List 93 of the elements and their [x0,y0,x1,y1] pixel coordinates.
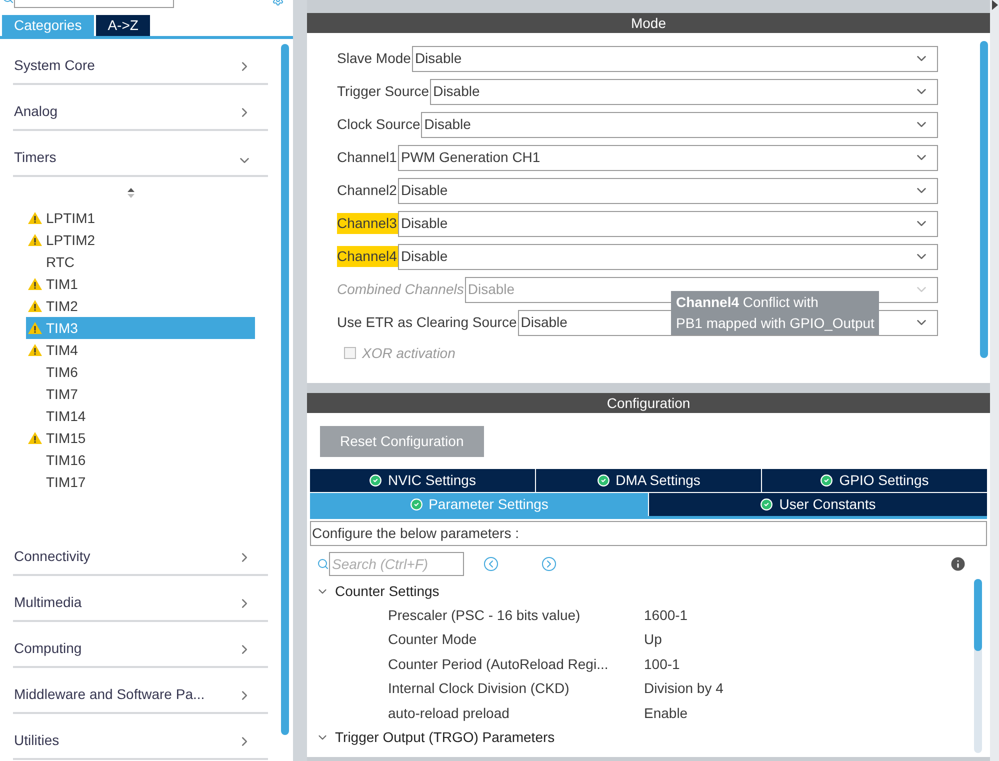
timer-item[interactable]: TIM17 [26,471,255,493]
sort-arrows-icon [126,187,134,199]
conflict-tooltip: Channel4 Conflict with PB1 mapped with GPIO_Output [671,291,880,335]
category-row[interactable]: System Core [13,39,268,85]
settings-tab[interactable]: NVIC Settings [310,469,535,492]
warning-icon [28,432,42,444]
triangle-right-icon[interactable] [992,0,998,10]
warning-icon [28,212,42,224]
parameter-name: Internal Clock Division (CKD) [388,679,570,698]
select-field[interactable]: Disable [430,78,938,104]
timer-label: TIM4 [46,340,78,360]
select-field[interactable]: Disable [398,210,938,236]
timer-item[interactable]: TIM14 [26,405,255,427]
section-header: Configuration [307,393,990,413]
parameter-name: Prescaler (PSC - 16 bits value) [388,606,582,625]
check-circle-icon [760,498,774,511]
timer-label: LPTIM1 [46,208,96,228]
select-field[interactable]: Disable [412,46,938,72]
timer-item[interactable]: TIM16 [26,449,255,471]
timer-item[interactable]: TIM2 [26,295,255,317]
timer-label: TIM15 [46,428,86,448]
timer-item[interactable]: RTC [26,251,255,273]
field-label: Channel3 [337,213,398,234]
parameter-name: auto-reload preload [388,704,510,723]
field-label: Channel4 [337,246,398,267]
warning-icon [28,300,42,312]
category-tab[interactable]: A->Z [96,15,150,36]
search-icon [317,558,329,570]
timer-item[interactable]: TIM7 [26,383,255,405]
timer-label: TIM16 [46,450,86,470]
timer-item[interactable]: TIM6 [26,361,255,383]
parameter-name: Counter Mode [388,630,478,650]
field-label: Clock Source [337,115,422,134]
timer-label: RTC [46,252,75,272]
timer-item[interactable]: LPTIM2 [26,229,255,251]
timer-label: LPTIM2 [46,230,96,250]
select-field[interactable]: PWM Generation CH1 [398,144,938,170]
settings-tab[interactable]: GPIO Settings [762,469,987,492]
timer-item[interactable]: TIM4 [26,339,255,361]
warning-icon [28,322,42,334]
field-label: Use ETR as Clearing Source [337,313,518,332]
check-circle-icon [369,474,382,487]
scrollbar-thumb[interactable] [974,579,982,651]
search-field[interactable]: Search (Ctrl+F) [329,552,464,576]
parameter-name: Counter Period (AutoReload Regi... [388,654,610,674]
category-row[interactable]: Timers [13,131,268,177]
field-label: Slave Mode [337,49,412,68]
timer-item[interactable]: TIM1 [26,273,255,295]
next-icon[interactable] [542,557,556,571]
settings-tab[interactable]: User Constants [649,493,987,516]
tree-group[interactable]: Counter Settings [310,579,974,603]
timer-item[interactable]: TIM15 [26,427,255,449]
parameter-value[interactable]: Division by 4 [644,678,724,700]
description-text: Configure the below parameters : [310,521,987,546]
select-field[interactable]: Disable [398,244,938,270]
scrollbar-thumb[interactable] [980,41,988,358]
timer-label: TIM14 [46,406,86,426]
field-label: Channel2 [337,181,398,200]
category-row[interactable]: Multimedia [13,576,268,622]
timer-label: TIM7 [46,384,78,404]
timer-label: TIM3 [46,318,78,338]
field-label: Combined Channels [337,280,465,299]
timer-label: TIM6 [46,362,78,382]
settings-tab[interactable]: DMA Settings [536,469,761,492]
parameter-value[interactable]: Up [644,629,662,650]
warning-icon [28,234,42,246]
parameter-value[interactable]: 1600-1 [644,604,688,626]
warning-icon [28,278,42,290]
category-row[interactable]: Computing [13,622,268,668]
info-icon[interactable] [949,555,967,573]
previous-icon[interactable] [484,557,498,571]
timer-label: TIM17 [46,472,86,492]
category-row[interactable]: Utilities [13,714,268,760]
category-row[interactable]: Analog [13,85,268,131]
category-row[interactable]: Connectivity [13,530,268,576]
check-circle-icon [410,498,423,511]
tree-group[interactable]: Trigger Output (TRGO) Parameters [310,726,974,750]
checkbox-label: XOR activation [362,344,456,362]
scrollbar-thumb[interactable] [281,44,289,735]
timer-label: TIM2 [46,296,78,316]
field-label: Trigger Source [337,82,430,101]
parameter-value[interactable]: Enable [644,702,688,724]
category-row[interactable]: Middleware and Software Pa... [13,668,268,714]
select-field[interactable]: Disable [421,112,938,138]
timer-item[interactable]: LPTIM1 [26,207,255,229]
warning-icon [28,344,42,356]
parameter-value[interactable]: 100-1 [644,654,680,675]
select-field[interactable]: Disable [398,178,938,204]
timer-label: TIM1 [46,274,78,294]
section-header: Mode [307,13,990,33]
check-circle-icon [820,474,834,487]
check-circle-icon [596,474,610,487]
field-label: Channel1 [337,148,398,167]
